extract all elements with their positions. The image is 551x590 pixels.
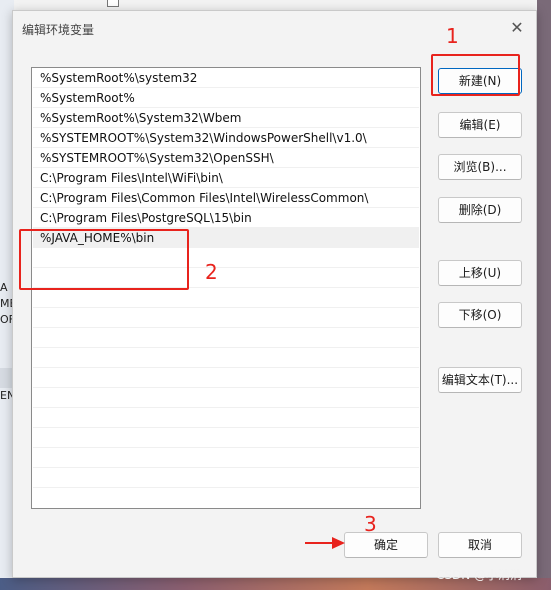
empty-row[interactable] <box>33 388 419 408</box>
edit-text-button[interactable]: 编辑文本(T)... <box>438 367 522 393</box>
close-icon[interactable]: ✕ <box>506 17 528 39</box>
annotation-box-java-home <box>19 229 189 290</box>
background-desktop-right <box>537 0 551 590</box>
watermark: CSDN @小消消 <box>436 568 523 582</box>
empty-row[interactable] <box>33 448 419 468</box>
annotation-number-2: 2 <box>205 260 218 284</box>
dialog-title: 编辑环境变量 <box>22 23 95 37</box>
empty-row[interactable] <box>33 348 419 368</box>
list-item[interactable]: %SystemRoot%\System32\Wbem <box>33 108 419 128</box>
cancel-button[interactable]: 取消 <box>438 532 522 558</box>
list-item[interactable]: %SystemRoot% <box>33 88 419 108</box>
empty-row[interactable] <box>33 288 419 308</box>
empty-row[interactable] <box>33 368 419 388</box>
move-down-button[interactable]: 下移(O) <box>438 302 522 328</box>
annotation-number-1: 1 <box>446 24 459 48</box>
list-item[interactable]: C:\Program Files\PostgreSQL\15\bin <box>33 208 419 228</box>
delete-button[interactable]: 删除(D) <box>438 197 522 223</box>
background-file-icon <box>107 0 119 7</box>
list-item[interactable]: %SYSTEMROOT%\System32\WindowsPowerShell\… <box>33 128 419 148</box>
arrow-right-icon <box>305 537 345 549</box>
list-item[interactable]: C:\Program Files\Intel\WiFi\bin\ <box>33 168 419 188</box>
empty-row[interactable] <box>33 328 419 348</box>
ok-button[interactable]: 确定 <box>344 532 428 558</box>
list-item[interactable]: %SystemRoot%\system32 <box>33 68 419 88</box>
list-item[interactable]: C:\Program Files\Common Files\Intel\Wire… <box>33 188 419 208</box>
empty-row[interactable] <box>33 468 419 488</box>
empty-row[interactable] <box>33 308 419 328</box>
empty-row[interactable] <box>33 428 419 448</box>
move-up-button[interactable]: 上移(U) <box>438 260 522 286</box>
empty-row[interactable] <box>33 408 419 428</box>
annotation-box-new <box>431 54 520 96</box>
background-window-top <box>0 0 551 10</box>
annotation-number-3: 3 <box>364 512 377 536</box>
browse-button[interactable]: 浏览(B)... <box>438 154 522 180</box>
list-item[interactable]: %SYSTEMROOT%\System32\OpenSSH\ <box>33 148 419 168</box>
edit-button[interactable]: 编辑(E) <box>438 112 522 138</box>
